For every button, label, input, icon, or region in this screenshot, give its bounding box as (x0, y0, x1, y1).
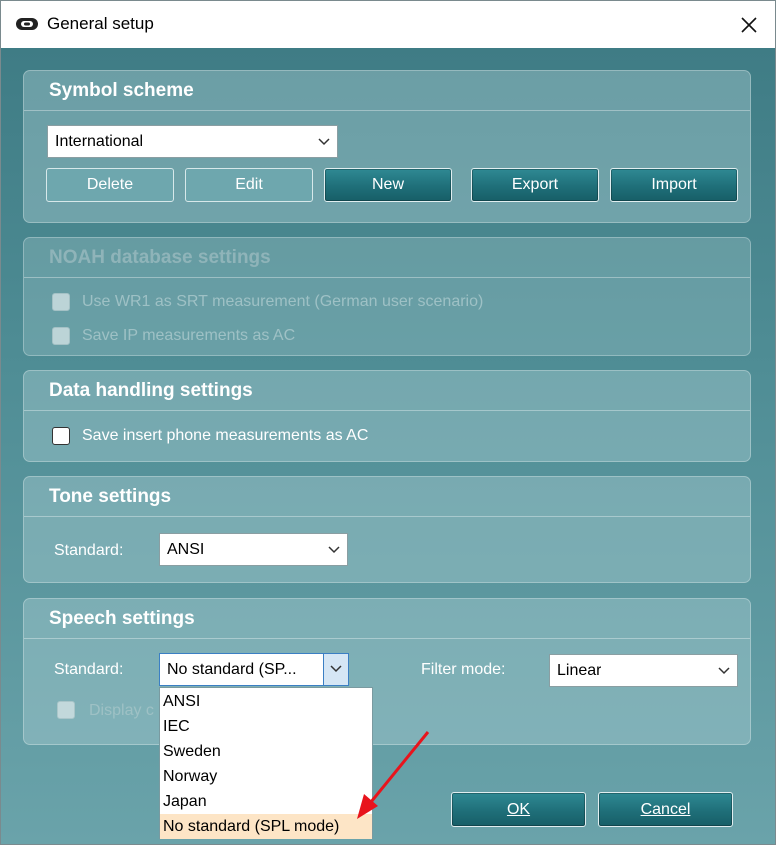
listbox-option[interactable]: ANSI (160, 689, 372, 714)
chevron-down-icon (318, 138, 330, 146)
dropdown-value: No standard (SP... (167, 661, 297, 678)
group-title: NOAH database settings (49, 247, 271, 268)
close-icon (741, 17, 757, 33)
listbox-option[interactable]: Japan (160, 789, 372, 814)
delete-button[interactable]: Delete (46, 168, 174, 202)
group-header: Speech settings (24, 599, 750, 639)
speech-standard-listbox: ANSI IEC Sweden Norway Japan No standard… (159, 687, 373, 839)
speech-settings-group: Speech settings Standard: No standard (S… (23, 598, 751, 745)
new-button[interactable]: New (324, 168, 452, 202)
dropdown-value: International (55, 133, 144, 150)
wr1-srt-label: Use WR1 as SRT measurement (German user … (82, 293, 484, 310)
cancel-button[interactable]: Cancel (598, 792, 733, 827)
dropdown-toggle-button[interactable] (323, 654, 348, 685)
chevron-down-icon (328, 546, 340, 554)
listbox-option-selected[interactable]: No standard (SPL mode) (160, 814, 372, 839)
wr1-srt-checkbox[interactable] (52, 293, 70, 311)
tone-standard-label: Standard: (54, 542, 124, 559)
import-button[interactable]: Import (610, 168, 738, 202)
data-handling-group: Data handling settings Save insert phone… (23, 370, 751, 462)
dropdown-value: Linear (557, 662, 602, 679)
group-title: Speech settings (49, 608, 195, 629)
group-header: Tone settings (24, 477, 750, 517)
ok-label: OK (506, 800, 531, 818)
group-header: Data handling settings (24, 371, 750, 411)
symbol-scheme-group: Symbol scheme International Delete Edit … (23, 70, 751, 223)
listbox-option[interactable]: Norway (160, 764, 372, 789)
title-bar: General setup (1, 1, 775, 48)
tone-standard-dropdown[interactable]: ANSI (159, 533, 348, 566)
tone-settings-group: Tone settings Standard: ANSI (23, 476, 751, 583)
save-insert-phone-label: Save insert phone measurements as AC (82, 427, 369, 444)
export-button[interactable]: Export (471, 168, 599, 202)
group-title: Symbol scheme (49, 80, 194, 101)
ok-button[interactable]: OK (451, 792, 586, 827)
group-header: Symbol scheme (24, 71, 750, 111)
group-title: Tone settings (49, 486, 172, 507)
filter-mode-dropdown[interactable]: Linear (549, 654, 738, 687)
group-title: Data handling settings (49, 380, 253, 401)
speech-standard-dropdown[interactable]: No standard (SP... (159, 653, 349, 686)
save-ip-checkbox[interactable] (52, 327, 70, 345)
save-ip-label: Save IP measurements as AC (82, 327, 296, 344)
dropdown-value: ANSI (167, 541, 205, 558)
display-label: Display c (89, 702, 154, 719)
chevron-down-icon (718, 667, 730, 675)
dialog-content: Symbol scheme International Delete Edit … (1, 48, 775, 844)
display-checkbox[interactable] (57, 701, 75, 719)
group-header: NOAH database settings (24, 238, 750, 278)
window-title: General setup (47, 14, 154, 33)
listbox-option[interactable]: Sweden (160, 739, 372, 764)
filter-mode-label: Filter mode: (421, 661, 506, 678)
edit-button[interactable]: Edit (185, 168, 313, 202)
symbol-scheme-dropdown[interactable]: International (47, 125, 338, 158)
save-insert-phone-checkbox[interactable] (52, 427, 70, 445)
chevron-down-icon (330, 665, 342, 673)
close-button[interactable] (729, 7, 769, 43)
app-logo-icon (16, 18, 38, 30)
cancel-label: Cancel (640, 800, 691, 818)
speech-standard-label: Standard: (54, 661, 124, 678)
listbox-option[interactable]: IEC (160, 714, 372, 739)
general-setup-window: General setup Symbol scheme Internationa… (0, 0, 776, 845)
noah-database-group: NOAH database settings Use WR1 as SRT me… (23, 237, 751, 356)
